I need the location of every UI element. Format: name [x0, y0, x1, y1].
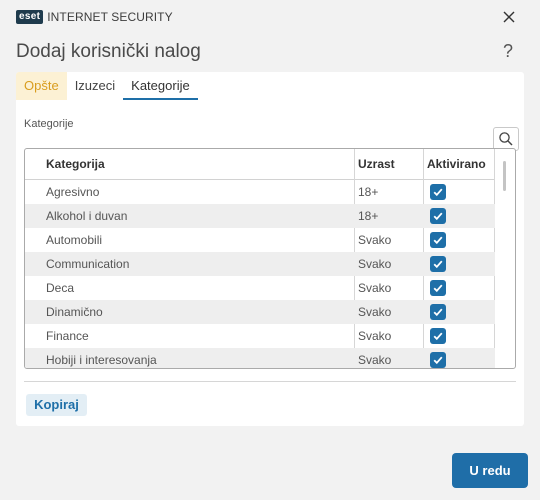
dialog-title: Dodaj korisnički nalog — [16, 41, 201, 62]
check-icon — [433, 236, 443, 245]
age-cell: 18+ — [358, 209, 379, 223]
category-cell: Automobili — [46, 233, 103, 247]
category-cell: Deca — [46, 281, 75, 295]
header-category[interactable]: Kategorija — [46, 149, 105, 180]
age-cell: Svako — [358, 281, 392, 295]
table-row[interactable]: Hobiji i interesovanja Svako — [25, 348, 495, 368]
table-scrollbar[interactable] — [503, 161, 506, 191]
check-icon — [433, 332, 443, 341]
age-cell: Svako — [358, 353, 392, 367]
age-cell: Svako — [358, 305, 392, 319]
app-logo: eset INTERNET SECURITY — [16, 10, 173, 24]
check-icon — [433, 284, 443, 293]
categories-table: Kategorija Uzrast Aktivirano Agresivno 1… — [24, 148, 516, 369]
tab-categories[interactable]: Kategorije — [123, 72, 198, 100]
table-row[interactable]: Communication Svako — [25, 252, 495, 276]
table-row[interactable]: Dinamično Svako — [25, 300, 495, 324]
eset-logo-badge: eset — [16, 10, 44, 24]
enabled-checkbox[interactable] — [430, 328, 446, 344]
tab-exceptions[interactable]: Izuzeci — [67, 72, 123, 100]
category-cell: Communication — [46, 257, 130, 271]
age-cell: Svako — [358, 233, 392, 247]
category-cell: Dinamično — [46, 305, 103, 319]
enabled-checkbox[interactable] — [430, 304, 446, 320]
tab-bar: Opšte Izuzeci Kategorije — [16, 72, 198, 100]
enabled-checkbox[interactable] — [430, 208, 446, 224]
close-icon — [503, 11, 515, 23]
header-age[interactable]: Uzrast — [358, 149, 395, 180]
section-label: Kategorije — [24, 118, 74, 130]
age-cell: Svako — [358, 329, 392, 343]
check-icon — [433, 188, 443, 197]
enabled-checkbox[interactable] — [430, 352, 446, 368]
title-bar: eset INTERNET SECURITY — [0, 0, 540, 34]
table-header: Kategorija Uzrast Aktivirano — [25, 149, 495, 180]
category-cell: Hobiji i interesovanja — [46, 353, 157, 367]
check-icon — [433, 260, 443, 269]
enabled-checkbox[interactable] — [430, 232, 446, 248]
header-enabled[interactable]: Aktivirano — [427, 149, 486, 180]
enabled-checkbox[interactable] — [430, 184, 446, 200]
table-row[interactable]: Agresivno 18+ — [25, 180, 495, 204]
table-body: Agresivno 18+ Alkohol i duvan 18+ Automo… — [25, 180, 495, 368]
table-row[interactable]: Automobili Svako — [25, 228, 495, 252]
check-icon — [433, 356, 443, 365]
ok-button[interactable]: U redu — [452, 453, 528, 488]
category-cell: Alkohol i duvan — [46, 209, 128, 223]
table-row[interactable]: Deca Svako — [25, 276, 495, 300]
settings-panel: Opšte Izuzeci Kategorije Kategorije Kate… — [16, 72, 524, 426]
search-icon — [499, 132, 513, 146]
close-button[interactable] — [498, 6, 520, 28]
copy-button[interactable]: Kopiraj — [26, 394, 87, 416]
age-cell: Svako — [358, 257, 392, 271]
product-name: INTERNET SECURITY — [47, 10, 173, 24]
help-icon[interactable]: ? — [503, 41, 513, 62]
table-row[interactable]: Alkohol i duvan 18+ — [25, 204, 495, 228]
divider — [24, 381, 516, 382]
enabled-checkbox[interactable] — [430, 256, 446, 272]
check-icon — [433, 308, 443, 317]
category-cell: Agresivno — [46, 185, 100, 199]
enabled-checkbox[interactable] — [430, 280, 446, 296]
category-cell: Finance — [46, 329, 89, 343]
check-icon — [433, 212, 443, 221]
tab-general[interactable]: Opšte — [16, 72, 67, 100]
table-row[interactable]: Finance Svako — [25, 324, 495, 348]
age-cell: 18+ — [358, 185, 379, 199]
